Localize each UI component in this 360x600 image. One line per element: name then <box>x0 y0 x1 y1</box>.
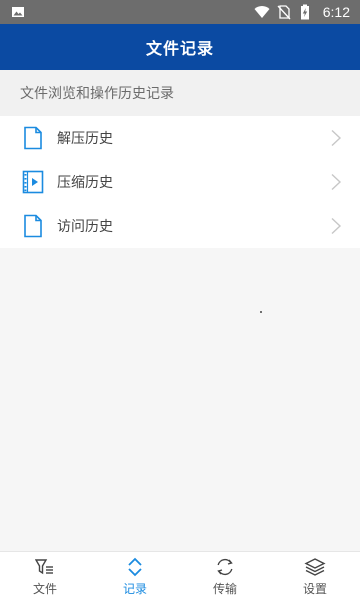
tab-label: 记录 <box>122 581 147 596</box>
status-bar: 6:12 <box>0 0 360 24</box>
status-time: 6:12 <box>322 4 350 20</box>
bottom-tab-bar: 文件 记录 传输 设置 <box>0 551 360 600</box>
list-item-label: 压缩历史 <box>57 175 113 191</box>
list-item-extract-history[interactable]: 解压历史 <box>0 116 360 160</box>
tab-label: 传输 <box>212 581 237 596</box>
filter-list-icon <box>34 556 56 578</box>
list-item-visit-history[interactable]: 访问历史 <box>0 204 360 248</box>
tab-settings[interactable]: 设置 <box>270 552 360 600</box>
image-icon <box>10 4 26 20</box>
tab-transfer[interactable]: 传输 <box>180 552 270 600</box>
chevron-right-icon <box>330 173 342 191</box>
section-header: 文件浏览和操作历史记录 <box>0 70 360 116</box>
no-sim-icon <box>277 4 293 20</box>
list-item-compress-history[interactable]: 压缩历史 <box>0 160 360 204</box>
chevron-right-icon <box>330 129 342 147</box>
list-item-label: 解压历史 <box>57 131 113 147</box>
document-icon <box>22 214 44 238</box>
document-icon <box>22 126 44 150</box>
tab-label: 设置 <box>302 581 327 596</box>
tab-files[interactable]: 文件 <box>0 552 90 600</box>
page-title: 文件记录 <box>145 39 214 58</box>
tab-label: 文件 <box>32 581 57 596</box>
layers-icon <box>304 556 326 578</box>
stray-dot <box>260 311 262 313</box>
title-bar: 文件记录 <box>0 24 360 70</box>
tab-records[interactable]: 记录 <box>90 552 180 600</box>
updown-arrows-icon <box>124 556 146 578</box>
section-title: 文件浏览和操作历史记录 <box>20 86 174 102</box>
sync-icon <box>214 556 236 578</box>
list-item-label: 访问历史 <box>57 219 113 235</box>
battery-charging-icon <box>300 4 316 20</box>
history-list: 解压历史 压缩历史 访问历史 <box>0 116 360 248</box>
chevron-right-icon <box>330 217 342 235</box>
wifi-icon <box>254 4 270 20</box>
video-file-icon <box>22 170 44 194</box>
